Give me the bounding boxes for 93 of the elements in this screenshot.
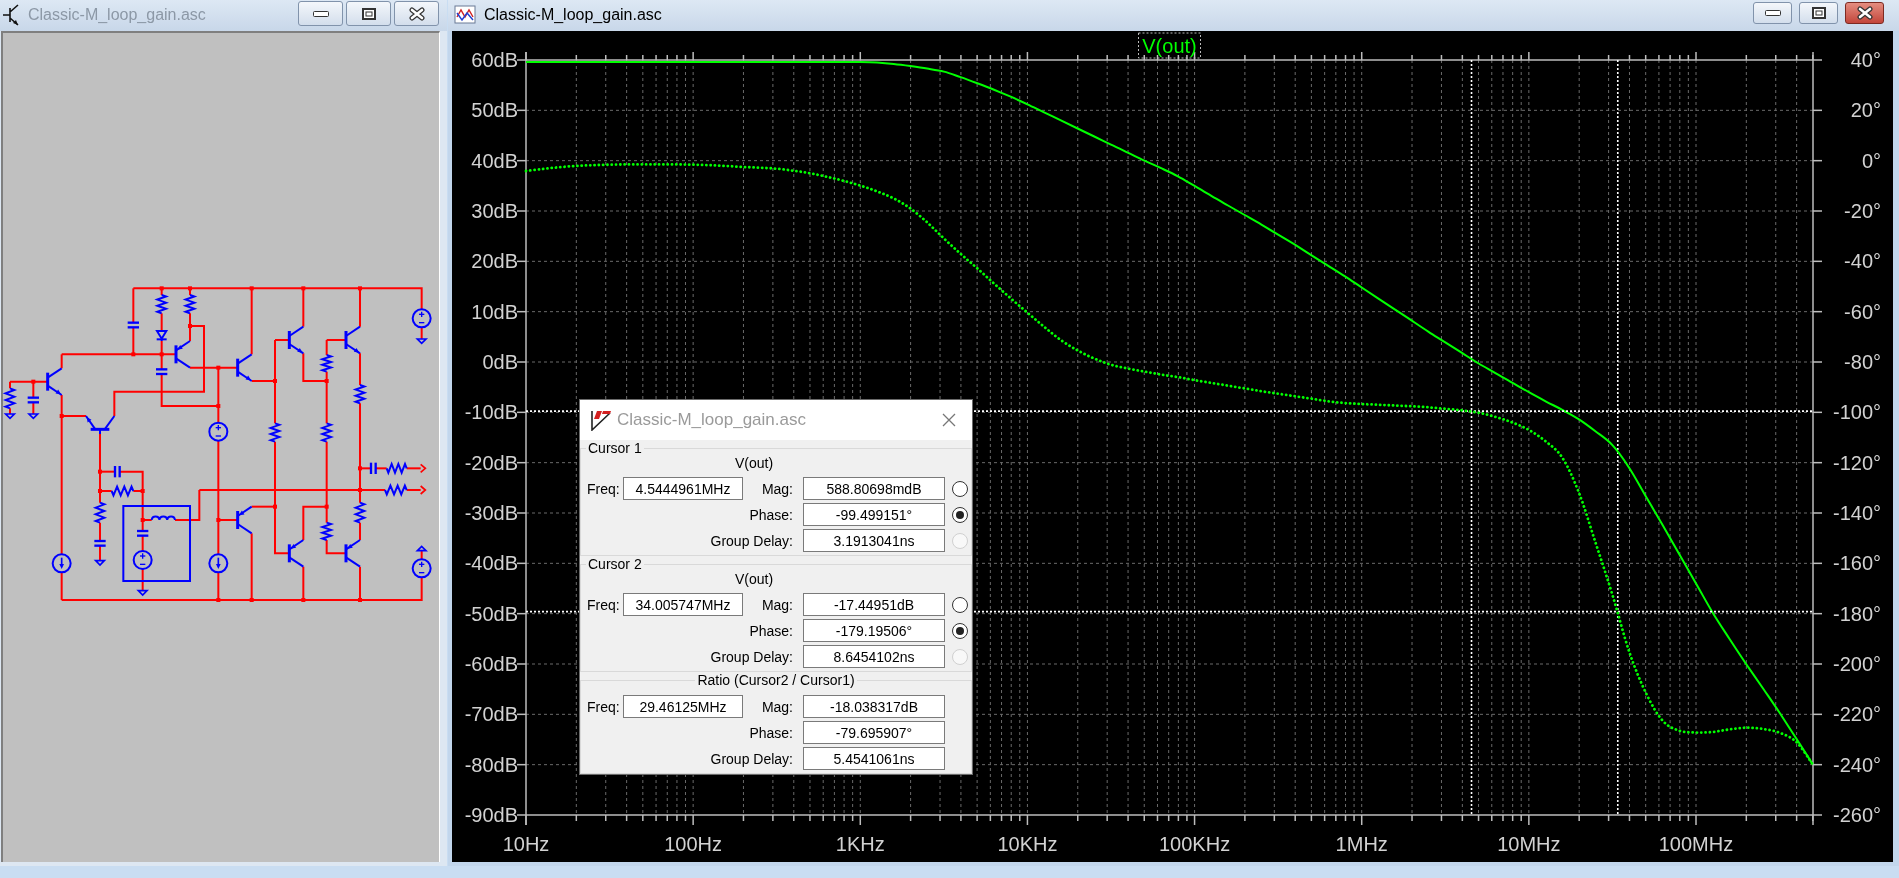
close-button[interactable]: [394, 1, 439, 26]
value-field[interactable]: 5.4541061ns: [803, 747, 945, 770]
axis-tick-label: -50dB: [464, 602, 518, 625]
minimize-icon: [312, 10, 329, 17]
frequency-field[interactable]: 4.5444961MHz: [623, 477, 743, 500]
field-label: Freq:: [587, 698, 621, 715]
axis-tick-label: -40dB: [464, 552, 518, 575]
maximize-icon: [361, 7, 376, 20]
value-field[interactable]: -99.499151°: [803, 503, 945, 526]
axis-tick-label: -240°: [1832, 753, 1881, 776]
radio-button[interactable]: [952, 596, 968, 613]
value-field[interactable]: -79.695907°: [803, 721, 945, 744]
minimize-button[interactable]: [1753, 2, 1792, 24]
logo-icon: [590, 409, 612, 431]
axis-tick-label: 10KHz: [997, 833, 1058, 855]
axis-tick-label: -180°: [1832, 602, 1881, 625]
maximize-icon: [1811, 7, 1826, 19]
axis-tick-label: 40dB: [471, 149, 518, 172]
field-label: Mag:: [760, 596, 794, 613]
field-label: Mag:: [760, 480, 794, 497]
frequency-field[interactable]: 29.46125MHz: [623, 695, 743, 718]
axis-tick-label: 40°: [1850, 49, 1881, 71]
trace-name: V(out): [733, 572, 775, 587]
group-label: Cursor 1: [587, 440, 643, 456]
axis-tick-label: 100KHz: [1159, 833, 1231, 855]
window-title: Classic-M_loop_gain.asc: [484, 6, 663, 24]
axis-tick-label: 0dB: [482, 351, 518, 373]
axis-tick-label: -160°: [1832, 552, 1881, 575]
waveform-icon: [454, 5, 476, 25]
minimize-icon: [1764, 10, 1781, 16]
axis-tick-label: -80°: [1844, 351, 1881, 373]
axis-tick-label: -100°: [1832, 401, 1881, 424]
cursor-line[interactable]: [1617, 59, 1619, 816]
axis-tick-label: -70dB: [464, 703, 518, 726]
group-label: Ratio (Cursor2 / Cursor1): [696, 672, 856, 688]
field-label: Phase:: [748, 506, 794, 523]
axis-tick-label: -140°: [1832, 502, 1881, 524]
axis-tick-label: -20°: [1844, 200, 1881, 222]
axis-tick-label: 30dB: [471, 200, 518, 222]
close-icon: [942, 413, 956, 427]
axis-tick-label: -30dB: [464, 502, 518, 524]
field-label: Phase:: [748, 622, 794, 639]
radio-button[interactable]: [952, 506, 968, 523]
value-field[interactable]: -179.19506°: [803, 619, 945, 642]
axis-tick-label: 50dB: [471, 99, 518, 122]
value-field[interactable]: 588.80698mdB: [803, 477, 945, 500]
axis-tick-label: -120°: [1832, 451, 1881, 474]
close-icon: [408, 6, 425, 21]
axis-tick-label: 60dB: [471, 49, 518, 71]
trace-name: V(out): [733, 456, 775, 471]
axis-tick-label: -260°: [1832, 804, 1881, 826]
field-label: Mag:: [760, 698, 794, 715]
axis-tick-label: 20dB: [471, 250, 518, 273]
field-label: Group Delay:: [709, 648, 794, 665]
field-label: Freq:: [587, 480, 621, 497]
trace-label[interactable]: V(out): [1138, 32, 1201, 59]
frequency-field[interactable]: 34.005747MHz: [623, 593, 743, 616]
axis-tick-label: -220°: [1832, 703, 1881, 726]
axis-tick-label: 1MHz: [1335, 833, 1388, 855]
maximize-button[interactable]: [346, 1, 391, 26]
window-title: Classic-M_loop_gain.asc: [28, 6, 207, 24]
maximize-button[interactable]: [1799, 2, 1838, 24]
close-button[interactable]: [1845, 2, 1884, 24]
axis-tick-label: 0°: [1861, 149, 1881, 172]
axis-tick-label: -80dB: [464, 753, 518, 776]
minimize-button[interactable]: [298, 1, 343, 26]
field-label: Group Delay:: [709, 750, 794, 767]
value-field[interactable]: -18.038317dB: [803, 695, 945, 718]
transistor-icon: [3, 3, 21, 27]
radio-button[interactable]: [952, 622, 968, 639]
field-label: Freq:: [587, 596, 621, 613]
axis-tick-label: 1KHz: [835, 833, 885, 855]
dialog-title: Classic-M_loop_gain.asc: [617, 410, 807, 430]
axis-tick-label: -40°: [1844, 250, 1881, 273]
axis-tick-label: 20°: [1850, 99, 1881, 122]
axis-tick-label: -10dB: [464, 401, 518, 424]
axis-tick-label: -20dB: [464, 451, 518, 474]
field-label: Phase:: [748, 724, 794, 741]
cursor-line[interactable]: [1470, 59, 1473, 816]
axis-tick-label: -60dB: [464, 653, 518, 675]
axis-tick-label: 10dB: [471, 300, 518, 323]
field-label: Group Delay:: [709, 532, 794, 549]
value-field[interactable]: -17.44951dB: [803, 593, 945, 616]
axis-tick-label: 10Hz: [502, 833, 550, 855]
axis-tick-label: 100Hz: [664, 833, 723, 855]
axis-tick-label: 100MHz: [1658, 833, 1734, 855]
close-icon: [1856, 6, 1873, 20]
radio-button[interactable]: [952, 480, 968, 497]
axis-tick-label: -90dB: [464, 804, 518, 826]
axis-tick-label: -60°: [1844, 300, 1881, 323]
axis-tick-label: 10MHz: [1497, 833, 1561, 855]
group-label: Cursor 2: [587, 556, 643, 572]
axis-tick-label: -200°: [1832, 653, 1881, 675]
